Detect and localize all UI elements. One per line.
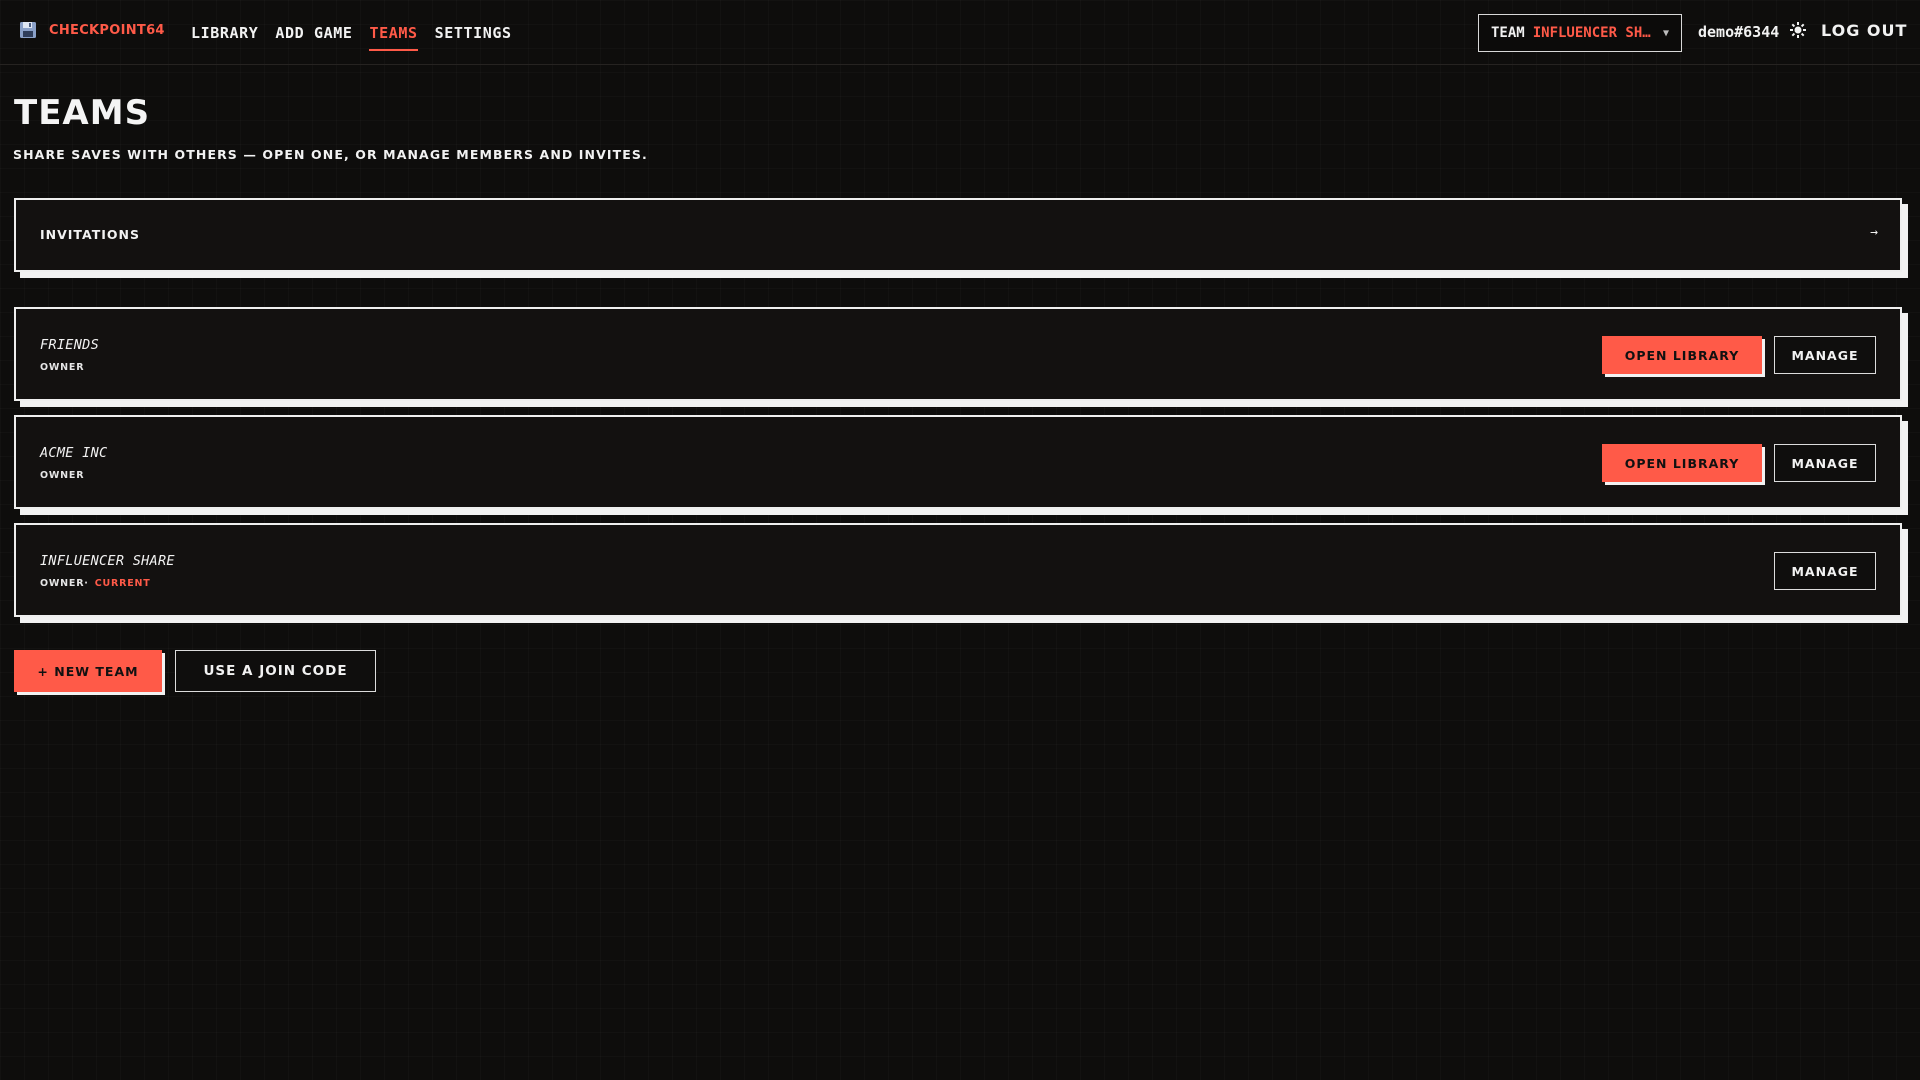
user-name: demo#6344 (1698, 23, 1780, 41)
open-library-button[interactable]: OPEN LIBRARY (1602, 444, 1762, 482)
sun-icon[interactable] (1788, 21, 1808, 41)
team-card-acme-inc: ACME INC OWNER OPEN LIBRARY MANAGE (14, 415, 1902, 509)
team-select-value: INFLUENCER SH… (1532, 25, 1651, 41)
nav-library[interactable]: LIBRARY (191, 20, 258, 46)
arrow-right-icon: → (1870, 225, 1878, 240)
team-card-influencer-share: INFLUENCER SHARE OWNER· CURRENT MANAGE (14, 523, 1902, 617)
team-name: FRIENDS (40, 337, 99, 353)
main-nav: LIBRARY ADD GAME TEAMS SETTINGS (191, 0, 512, 65)
new-team-button[interactable]: + NEW TEAM (14, 650, 162, 692)
page-subtitle: SHARE SAVES WITH OTHERS — OPEN ONE, OR M… (13, 147, 648, 162)
team-role-label: OWNER (40, 470, 85, 481)
team-name: ACME INC (40, 445, 108, 461)
team-role: OWNER· CURRENT (40, 578, 151, 589)
page-title: TEAMS (14, 93, 151, 133)
chevron-down-icon: ▼ (1662, 27, 1669, 39)
current-badge: CURRENT (94, 578, 151, 589)
brand[interactable]: CHECKPOINT64 (19, 21, 165, 39)
invitations-card[interactable]: INVITATIONS → (14, 198, 1902, 272)
logout-button[interactable]: LOG OUT (1821, 21, 1907, 40)
invitations-label: INVITATIONS (40, 227, 140, 242)
manage-button[interactable]: MANAGE (1774, 336, 1876, 374)
team-name: INFLUENCER SHARE (40, 553, 175, 569)
nav-add-game[interactable]: ADD GAME (275, 20, 352, 46)
manage-button[interactable]: MANAGE (1774, 444, 1876, 482)
open-library-button[interactable]: OPEN LIBRARY (1602, 336, 1762, 374)
team-role-label: OWNER (40, 362, 85, 373)
join-code-button[interactable]: USE A JOIN CODE (175, 650, 376, 692)
team-card-friends: FRIENDS OWNER OPEN LIBRARY MANAGE (14, 307, 1902, 401)
nav-settings[interactable]: SETTINGS (435, 20, 512, 46)
team-role-label: OWNER· (40, 578, 89, 589)
team-select[interactable]: TEAM INFLUENCER SH… ▼ (1478, 14, 1682, 52)
manage-button[interactable]: MANAGE (1774, 552, 1876, 590)
team-select-prefix: TEAM (1491, 25, 1525, 41)
brand-name: CHECKPOINT64 (49, 22, 165, 38)
floppy-disk-icon (19, 21, 37, 39)
team-role: OWNER (40, 362, 84, 373)
nav-teams[interactable]: TEAMS (369, 20, 418, 51)
team-role: OWNER (40, 470, 84, 481)
top-bar: CHECKPOINT64 LIBRARY ADD GAME TEAMS SETT… (0, 0, 1920, 65)
